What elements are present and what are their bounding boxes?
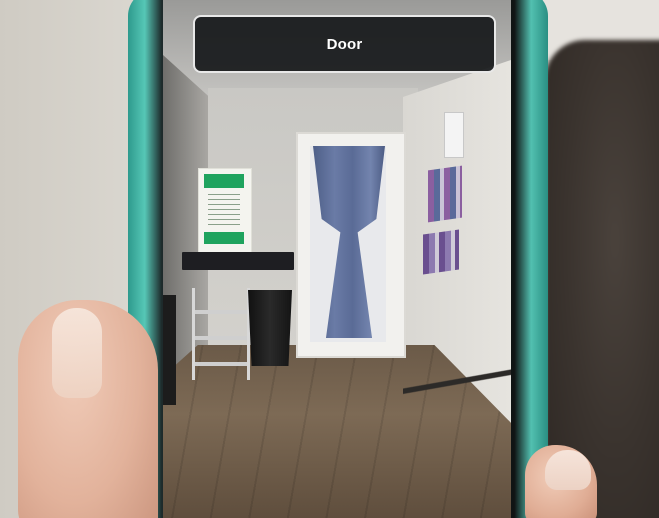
wall-sign [444,112,464,158]
photo-scene: Door [0,0,659,518]
camera-view [163,0,511,518]
left-thumbnail [52,308,102,398]
dark-cabinet [163,295,176,405]
trash-can [248,290,292,366]
phone-screen [163,0,511,518]
detected-object-text: Door [326,35,363,53]
right-fingernail [545,450,591,490]
brochure-rack [423,229,459,275]
baseboard [403,340,511,430]
poster-band [204,174,244,188]
wall-shelf [182,252,294,270]
brochure-rack [428,165,462,223]
step-stool [192,288,250,380]
poster-text-lines [208,194,240,228]
poster-band [204,232,244,244]
object-detection-label: Door [193,15,496,73]
